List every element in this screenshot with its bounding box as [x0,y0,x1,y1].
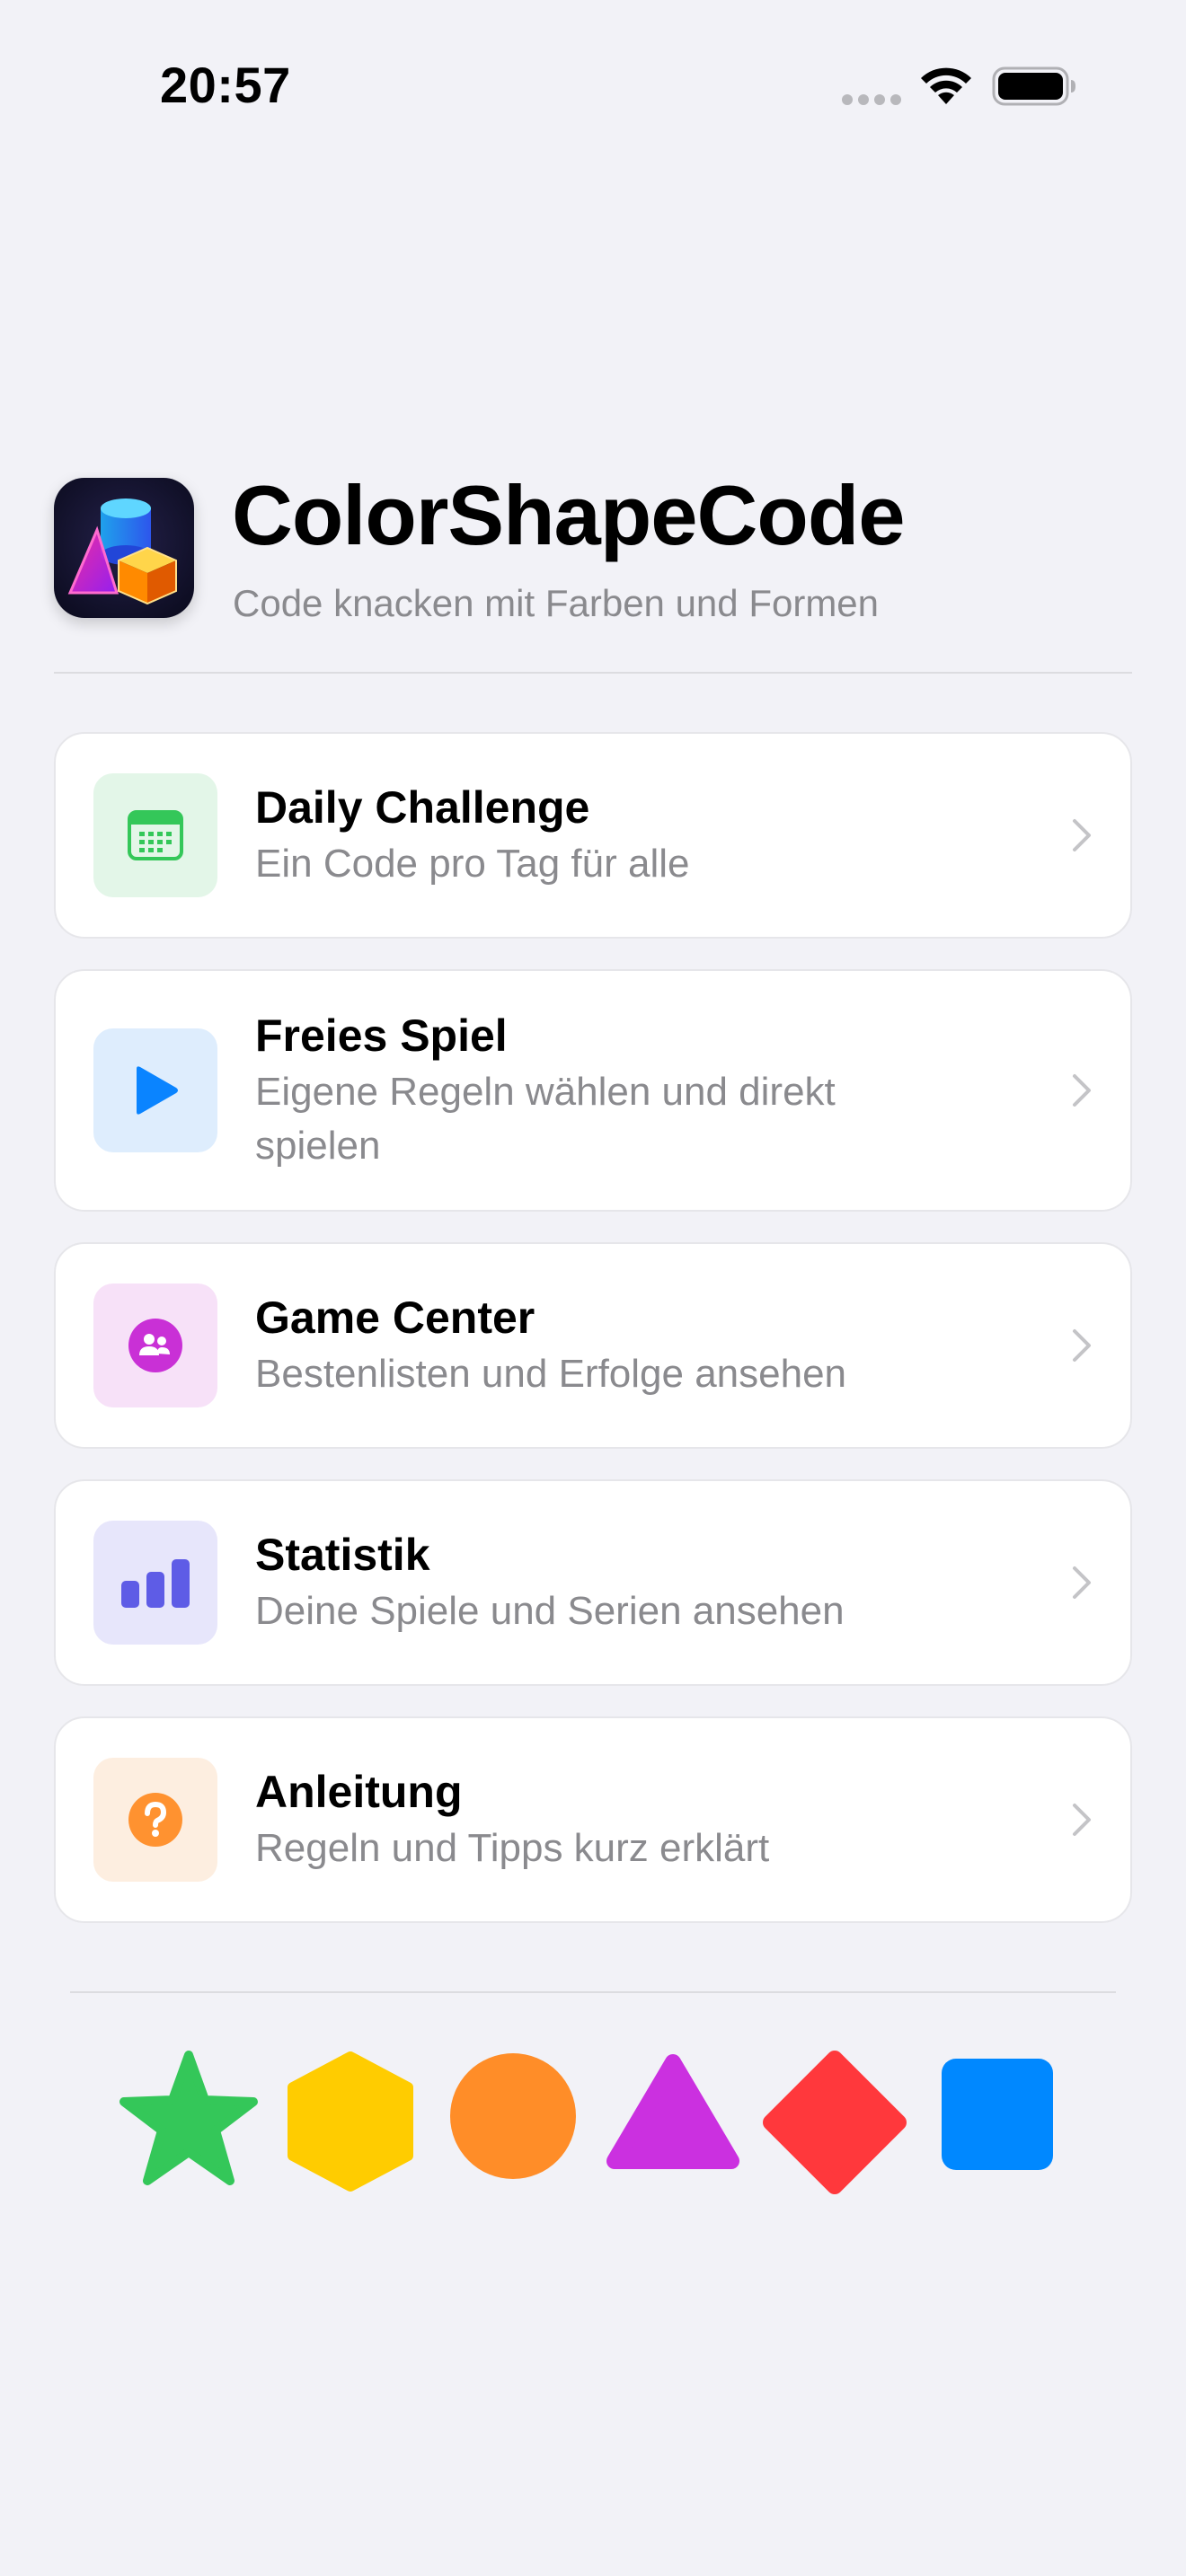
bar-chart-icon [121,1559,190,1608]
game-center-icon [128,1319,182,1372]
square-shape [942,2059,1053,2170]
menu-item-instructions[interactable]: Anleitung Regeln und Tipps kurz erklärt [54,1716,1132,1923]
menu-item-subtitle: Deine Spiele und Serien ansehen [255,1589,845,1633]
menu-item-subtitle: Eigene Regeln wählen und direkt spielen [255,1070,836,1168]
main-menu: Daily Challenge Ein Code pro Tag für all… [54,732,1132,1954]
triangle-shape [606,2054,739,2169]
calendar-icon [128,810,183,860]
footer-divider [70,1991,1116,1993]
menu-item-game-center[interactable]: Game Center Bestenlisten und Erfolge ans… [54,1242,1132,1449]
star-shape [119,2051,258,2185]
status-time: 20:57 [160,57,291,113]
wifi-icon [921,67,971,104]
question-icon [128,1793,182,1847]
chevron-right-icon [1073,819,1091,851]
menu-item-daily-challenge[interactable]: Daily Challenge Ein Code pro Tag für all… [54,732,1132,939]
calendar-icon-tile [93,773,217,897]
question-icon-tile [93,1758,217,1882]
chevron-right-icon [1073,1566,1091,1599]
diamond-shape [763,2051,907,2194]
play-icon [137,1066,178,1115]
chevron-right-icon [1073,1329,1091,1362]
header-divider [54,672,1132,674]
circle-shape [450,2053,576,2179]
menu-item-title: Game Center [255,1292,535,1343]
menu-item-title: Freies Spiel [255,1010,508,1061]
app-title: ColorShapeCode [232,468,906,562]
game-center-icon-tile [93,1284,217,1407]
menu-item-free-play[interactable]: Freies Spiel Eigene Regeln wählen und di… [54,969,1132,1212]
app-logo [54,478,194,618]
menu-item-subtitle: Bestenlisten und Erfolge ansehen [255,1352,847,1396]
menu-item-title: Anleitung [255,1767,463,1817]
chevron-right-icon [1073,1804,1091,1836]
battery-icon [992,66,1075,106]
cellular-signal-icon [842,94,901,105]
menu-item-subtitle: Regeln und Tipps kurz erklärt [255,1826,770,1870]
menu-item-subtitle: Ein Code pro Tag für alle [255,842,690,886]
app-subtitle: Code knacken mit Farben und Formen [233,582,880,624]
menu-item-statistics[interactable]: Statistik Deine Spiele und Serien ansehe… [54,1479,1132,1686]
chevron-right-icon [1073,1074,1091,1107]
menu-item-title: Statistik [255,1530,430,1580]
hexagon-shape [288,2051,413,2192]
play-icon-tile [93,1028,217,1152]
menu-item-title: Daily Challenge [255,782,590,833]
shape-row [0,2039,1186,2201]
bar-chart-icon-tile [93,1521,217,1645]
